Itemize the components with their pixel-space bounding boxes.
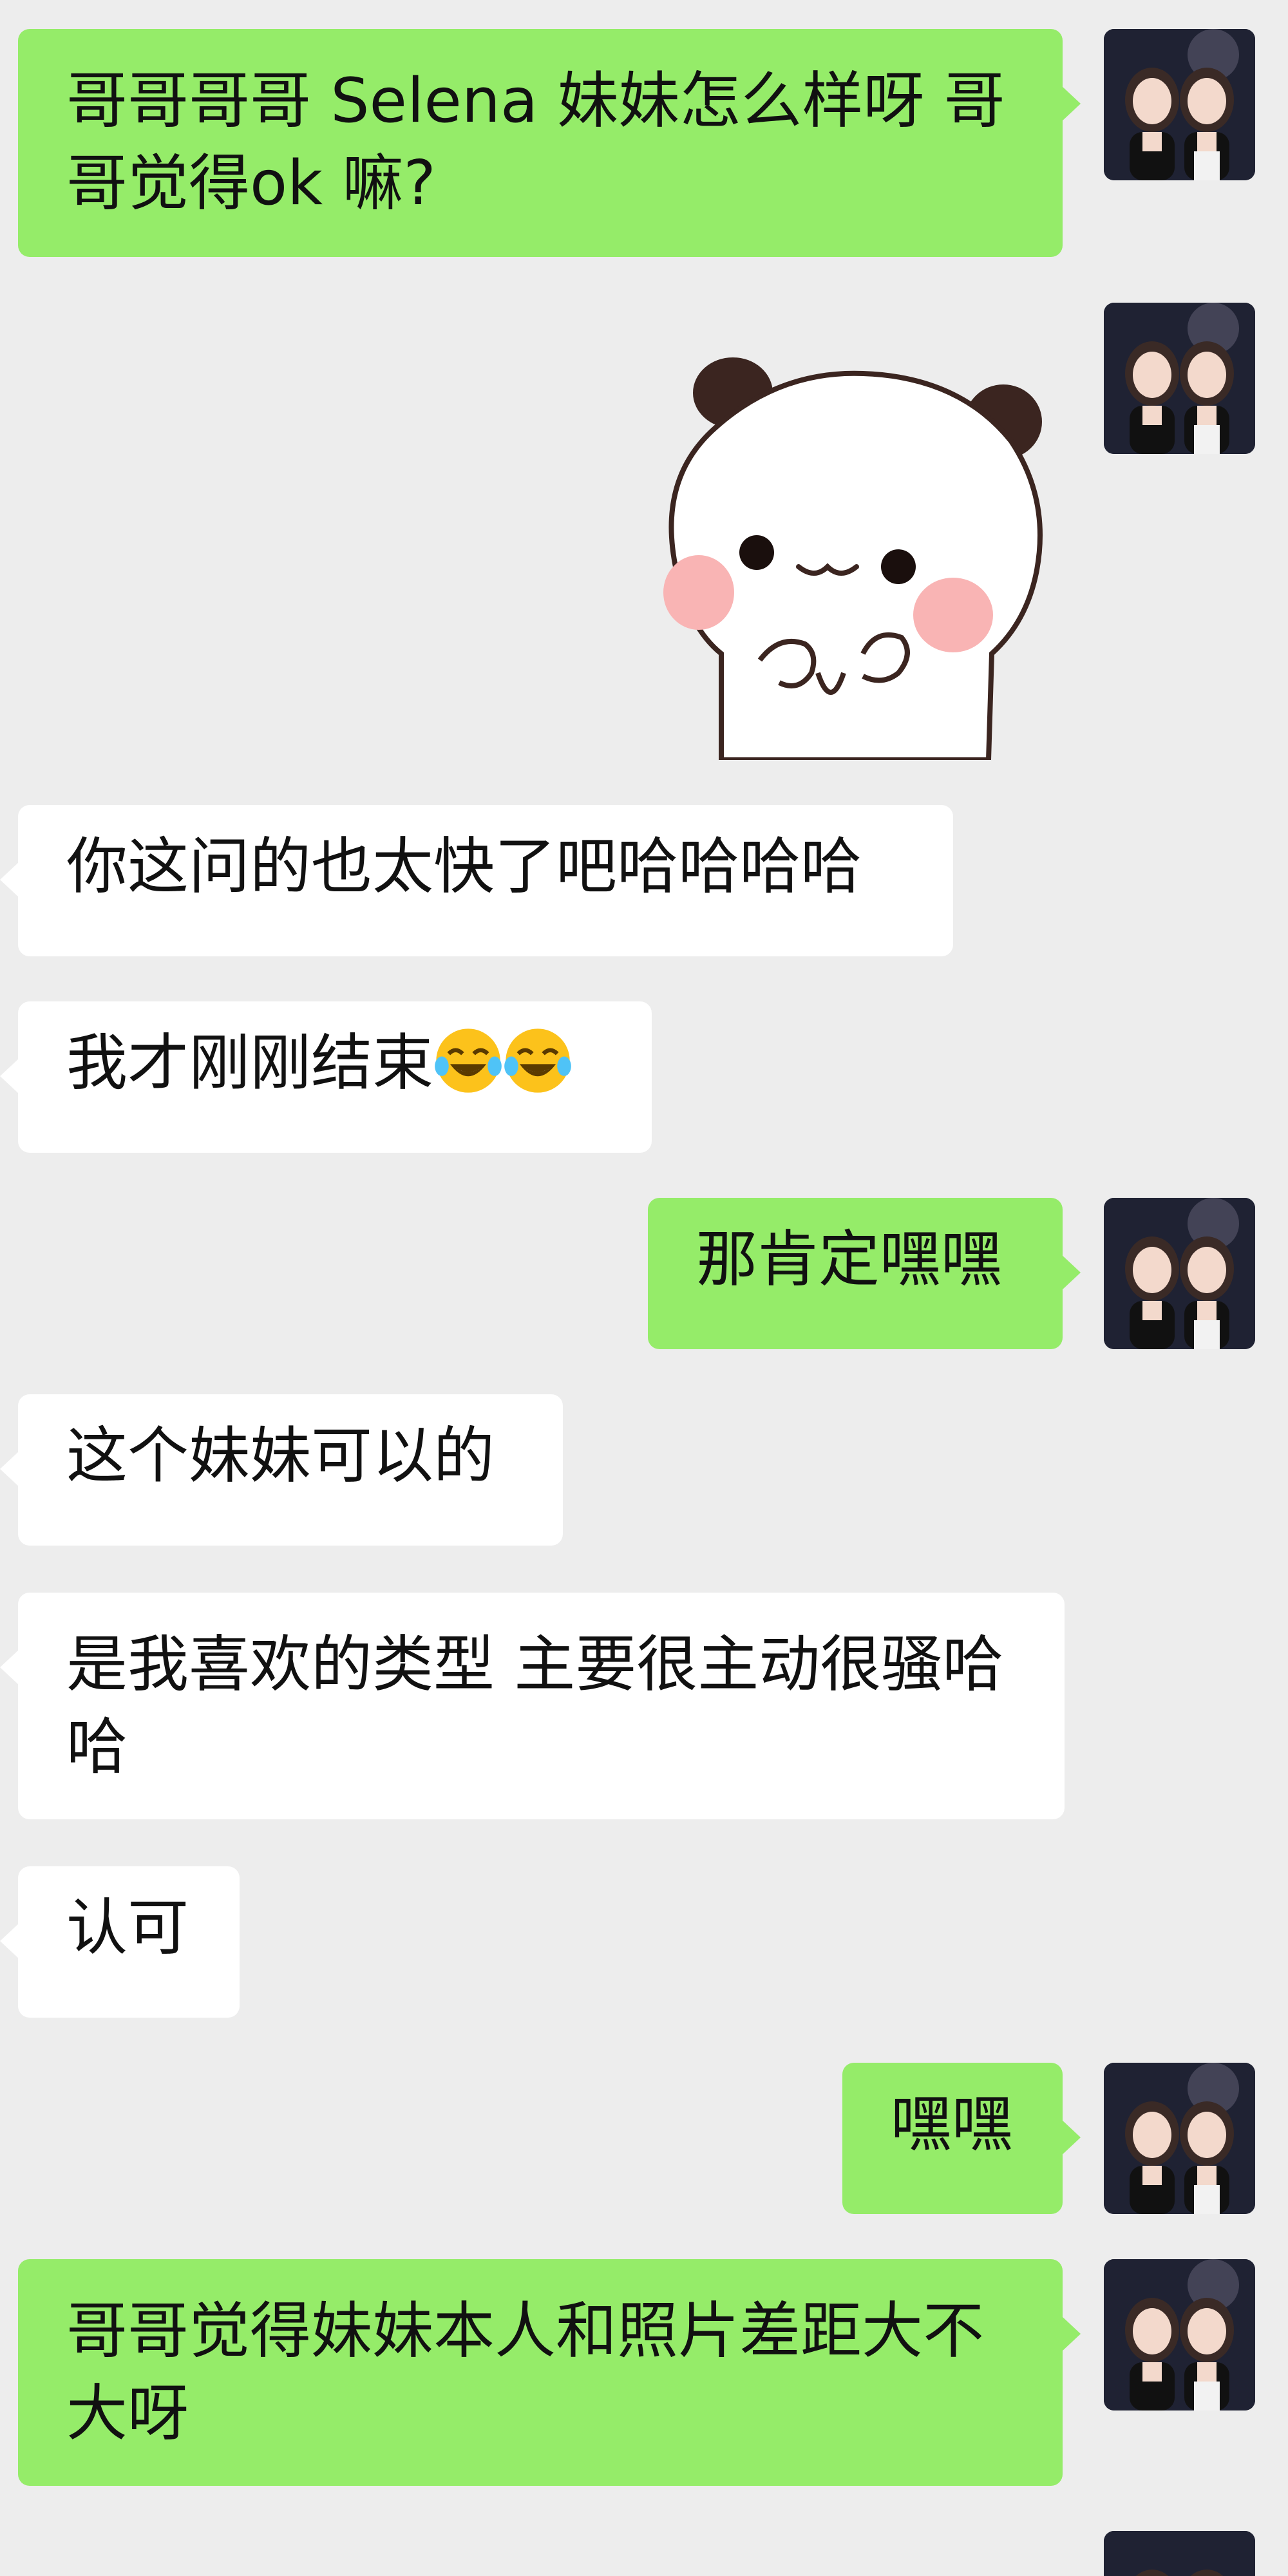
- message-text: 这个妹妹可以的: [66, 1421, 495, 1492]
- message-text: 那肯定嘿嘿: [696, 1224, 1003, 1295]
- received-message-bubble[interactable]: 认可: [0, 1866, 240, 2018]
- user-avatar[interactable]: [1104, 1198, 1255, 1349]
- received-message-bubble[interactable]: 我才刚刚结束: [0, 1001, 652, 1153]
- sent-message-bubble[interactable]: 嘿嘿: [842, 2063, 1081, 2214]
- sent-message-bubble[interactable]: 哥哥觉得妹妹本人和照片差距大不大呀: [18, 2259, 1081, 2486]
- user-avatar[interactable]: [1104, 2063, 1255, 2214]
- user-avatar[interactable]: [1104, 303, 1255, 454]
- tears-of-joy-emoji: [504, 1028, 571, 1093]
- message-text: 我才刚刚结束: [66, 1028, 434, 1099]
- user-avatar[interactable]: [1104, 2259, 1255, 2410]
- sent-message-bubble[interactable]: 那肯定嘿嘿: [648, 1198, 1081, 1349]
- message-text: 哥哥哥哥 Selena 妹妹怎么样呀 哥哥觉得ok 嘛?: [66, 66, 1005, 219]
- received-message-bubble[interactable]: 你这问的也太快了吧哈哈哈哈: [0, 805, 953, 956]
- user-avatar[interactable]: [1104, 2531, 1255, 2576]
- received-message-bubble[interactable]: 是我喜欢的类型 主要很主动很骚哈哈: [0, 1593, 1065, 1819]
- message-text: 哥哥觉得妹妹本人和照片差距大不大呀: [66, 2296, 985, 2449]
- message-text: 你这问的也太快了吧哈哈哈哈: [66, 831, 862, 902]
- message-text: 嘿嘿: [891, 2089, 1014, 2160]
- message-text: 认可: [66, 1893, 189, 1964]
- panda-bear-sticker[interactable]: [650, 351, 1050, 762]
- tears-of-joy-emoji: [435, 1028, 502, 1093]
- message-text: 是我喜欢的类型 主要很主动很骚哈哈: [66, 1629, 1004, 1783]
- received-message-bubble[interactable]: 这个妹妹可以的: [0, 1394, 563, 1546]
- sent-message-bubble[interactable]: 哥哥哥哥 Selena 妹妹怎么样呀 哥哥觉得ok 嘛?: [18, 29, 1081, 257]
- user-avatar[interactable]: [1104, 29, 1255, 180]
